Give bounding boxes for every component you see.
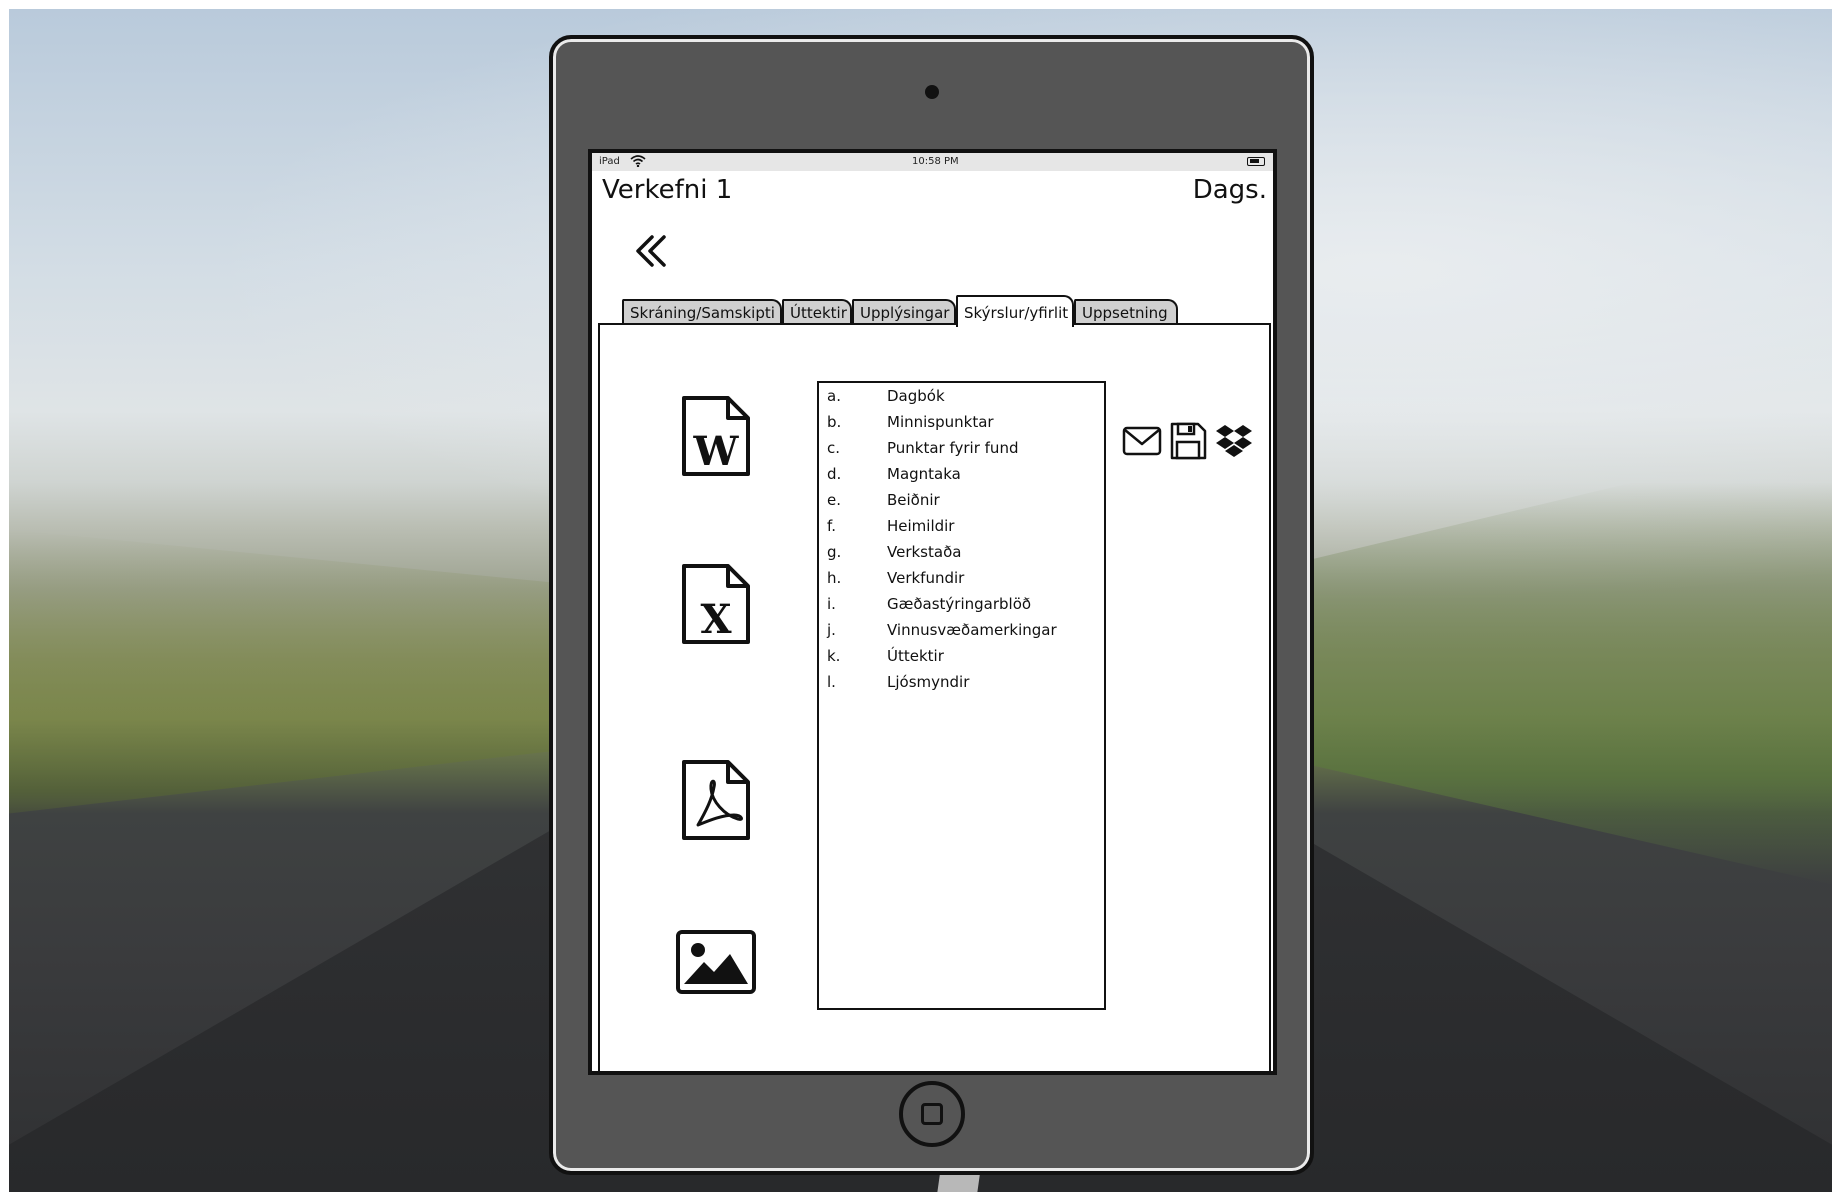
svg-text:X: X: [700, 596, 731, 643]
item-name: Gæðastýringarblöð: [887, 595, 1032, 613]
tab-label: Uppsetning: [1082, 304, 1168, 322]
home-button[interactable]: [899, 1081, 965, 1147]
item-letter: f.: [827, 517, 836, 535]
list-item[interactable]: a. Dagbók: [827, 387, 1097, 409]
reports-panel: W X a. Dagbók b. Minnispunktar c. Punkta…: [598, 323, 1271, 1071]
list-item[interactable]: i. Gæðastýringarblöð: [827, 595, 1097, 617]
tab-uppsetning[interactable]: Uppsetning: [1074, 299, 1178, 325]
email-icon[interactable]: [1122, 421, 1162, 461]
item-letter: j.: [827, 621, 836, 639]
carrier-label: iPad: [599, 156, 620, 167]
list-item[interactable]: e. Beiðnir: [827, 491, 1097, 513]
item-name: Vinnusvæðamerkingar: [887, 621, 1057, 639]
list-item[interactable]: l. Ljósmyndir: [827, 673, 1097, 695]
item-letter: k.: [827, 647, 841, 665]
tab-label: Upplýsingar: [860, 304, 950, 322]
word-document-icon[interactable]: W: [680, 395, 752, 481]
dropbox-icon[interactable]: [1214, 421, 1254, 461]
item-name: Magntaka: [887, 465, 961, 483]
double-chevron-left-icon[interactable]: [632, 231, 672, 271]
item-letter: d.: [827, 465, 842, 483]
item-name: Dagbók: [887, 387, 945, 405]
ipad-frame: iPad 10:58 PM Verkefni 1 Dags. Skráning/…: [549, 35, 1314, 1175]
item-letter: e.: [827, 491, 841, 509]
tab-label: Skráning/Samskipti: [630, 304, 775, 322]
image-icon[interactable]: [676, 930, 756, 998]
project-title: Verkefni 1: [602, 175, 733, 205]
list-item[interactable]: g. Verkstaða: [827, 543, 1097, 565]
item-letter: c.: [827, 439, 841, 457]
item-letter: b.: [827, 413, 842, 431]
pdf-document-icon[interactable]: [680, 759, 752, 845]
svg-text:W: W: [693, 428, 740, 475]
item-name: Verkstaða: [887, 543, 962, 561]
item-name: Beiðnir: [887, 491, 940, 509]
save-icon[interactable]: [1168, 421, 1208, 461]
item-name: Punktar fyrir fund: [887, 439, 1019, 457]
item-name: Verkfundir: [887, 569, 965, 587]
list-item[interactable]: h. Verkfundir: [827, 569, 1097, 591]
battery-icon: [1247, 157, 1265, 166]
camera: [925, 85, 939, 99]
item-letter: i.: [827, 595, 836, 613]
item-letter: l.: [827, 673, 836, 691]
item-letter: h.: [827, 569, 842, 587]
list-item[interactable]: f. Heimildir: [827, 517, 1097, 539]
list-item[interactable]: d. Magntaka: [827, 465, 1097, 487]
status-bar: iPad 10:58 PM: [592, 153, 1273, 171]
clock: 10:58 PM: [912, 156, 959, 167]
tab-label: Skýrslur/yfirlit: [964, 304, 1069, 322]
tab-skyrslur-yfirlit[interactable]: Skýrslur/yfirlit: [956, 295, 1074, 327]
list-item[interactable]: k. Úttektir: [827, 647, 1097, 669]
date-label: Dags.: [1192, 175, 1267, 205]
list-item[interactable]: j. Vinnusvæðamerkingar: [827, 621, 1097, 643]
item-name: Ljósmyndir: [887, 673, 970, 691]
tab-skraning-samskipti[interactable]: Skráning/Samskipti: [622, 299, 782, 325]
item-name: Heimildir: [887, 517, 955, 535]
report-list: a. Dagbók b. Minnispunktar c. Punktar fyrir…: [817, 381, 1106, 1010]
tab-upplysingar[interactable]: Upplýsingar: [852, 299, 956, 325]
tab-uttektir[interactable]: Úttektir: [782, 299, 852, 325]
item-name: Minnispunktar: [887, 413, 994, 431]
list-item[interactable]: b. Minnispunktar: [827, 413, 1097, 435]
home-square-icon: [921, 1103, 943, 1125]
tab-label: Úttektir: [790, 304, 847, 322]
item-letter: a.: [827, 387, 841, 405]
item-letter: g.: [827, 543, 842, 561]
wifi-icon: [630, 155, 646, 170]
list-item[interactable]: c. Punktar fyrir fund: [827, 439, 1097, 461]
ipad-screen: iPad 10:58 PM Verkefni 1 Dags. Skráning/…: [588, 149, 1277, 1075]
item-name: Úttektir: [887, 647, 944, 665]
excel-document-icon[interactable]: X: [680, 563, 752, 649]
